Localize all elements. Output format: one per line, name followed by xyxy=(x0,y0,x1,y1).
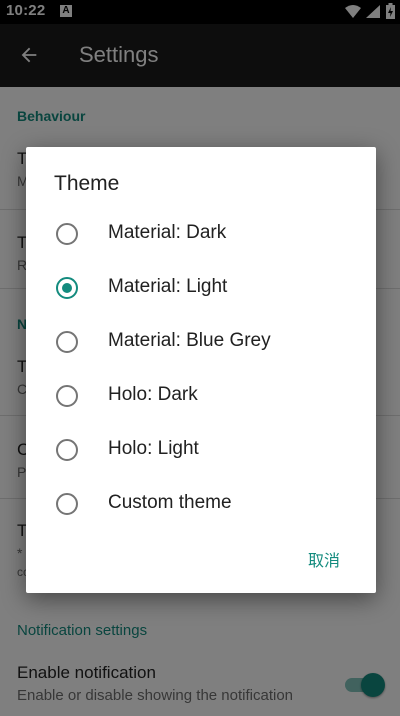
theme-dialog: Theme Material: Dark Material: Light Mat… xyxy=(26,147,376,593)
theme-option-material-light[interactable]: Material: Light xyxy=(26,261,376,315)
radio-button[interactable] xyxy=(56,223,78,245)
cancel-button[interactable]: 取消 xyxy=(300,547,348,575)
theme-option-label: Material: Dark xyxy=(108,222,227,243)
theme-option-material-blue-grey[interactable]: Material: Blue Grey xyxy=(26,315,376,369)
theme-option-label: Holo: Light xyxy=(108,438,199,459)
theme-option-label: Material: Light xyxy=(108,276,228,297)
radio-button[interactable] xyxy=(56,439,78,461)
theme-option-holo-dark[interactable]: Holo: Dark xyxy=(26,369,376,423)
theme-option-label: Material: Blue Grey xyxy=(108,330,271,351)
radio-button[interactable] xyxy=(56,331,78,353)
radio-button-selected[interactable] xyxy=(56,277,78,299)
theme-option-material-dark[interactable]: Material: Dark xyxy=(26,207,376,261)
theme-option-holo-light[interactable]: Holo: Light xyxy=(26,423,376,477)
theme-option-label: Holo: Dark xyxy=(108,384,198,405)
dialog-title: Theme xyxy=(54,172,120,195)
radio-button[interactable] xyxy=(56,385,78,407)
radio-button[interactable] xyxy=(56,493,78,515)
theme-option-custom[interactable]: Custom theme xyxy=(26,477,376,531)
theme-option-label: Custom theme xyxy=(108,492,232,513)
